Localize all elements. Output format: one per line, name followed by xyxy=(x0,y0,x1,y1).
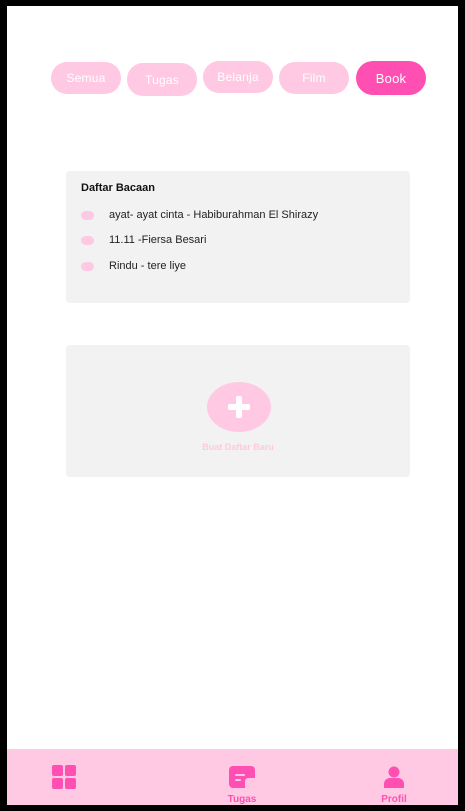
chip-semua[interactable]: Semua xyxy=(51,62,121,94)
user-icon[interactable] xyxy=(383,766,405,788)
nav-tugas[interactable]: Tugas xyxy=(218,766,266,805)
create-list-card[interactable]: Buat Daftar Baru xyxy=(66,345,410,477)
list-item[interactable]: Rindu - tere liye xyxy=(81,260,339,272)
chip-book[interactable]: Book xyxy=(356,61,426,95)
nav-profil[interactable]: Profil xyxy=(370,766,418,805)
nav-tugas-label: Tugas xyxy=(227,794,257,805)
list-item-text: 11.11 -Fiersa Besari xyxy=(109,234,207,246)
create-list-label[interactable]: Buat Daftar Baru xyxy=(66,442,410,452)
plus-icon[interactable] xyxy=(207,382,271,432)
list-item-text: ayat- ayat cinta - Habiburahman El Shira… xyxy=(109,209,319,221)
nav-home[interactable] xyxy=(52,765,78,789)
chip-belanja[interactable]: Belanja xyxy=(203,61,273,93)
list-item[interactable]: 11.11 -Fiersa Besari xyxy=(81,234,339,246)
chip-film[interactable]: Film xyxy=(279,62,349,94)
nav-profil-label: Profil xyxy=(381,794,407,805)
list-item-text: Rindu - tere liye xyxy=(109,260,187,272)
reading-list-title: Daftar Bacaan xyxy=(81,182,155,194)
reading-list-card[interactable]: Daftar Bacaan ayat- ayat cinta - Habibur… xyxy=(66,171,410,303)
bullet-dot[interactable] xyxy=(81,236,94,245)
grid-icon[interactable] xyxy=(52,765,76,789)
app-screen: Semua Tugas Belanja Film Book Daftar Bac… xyxy=(7,6,458,805)
chip-tugas[interactable]: Tugas xyxy=(127,63,197,96)
bottom-nav: Tugas Profil xyxy=(7,749,458,805)
list-item[interactable]: ayat- ayat cinta - Habiburahman El Shira… xyxy=(81,209,339,221)
note-icon[interactable] xyxy=(229,766,255,788)
bullet-dot[interactable] xyxy=(81,262,94,271)
bullet-dot[interactable] xyxy=(81,211,94,220)
